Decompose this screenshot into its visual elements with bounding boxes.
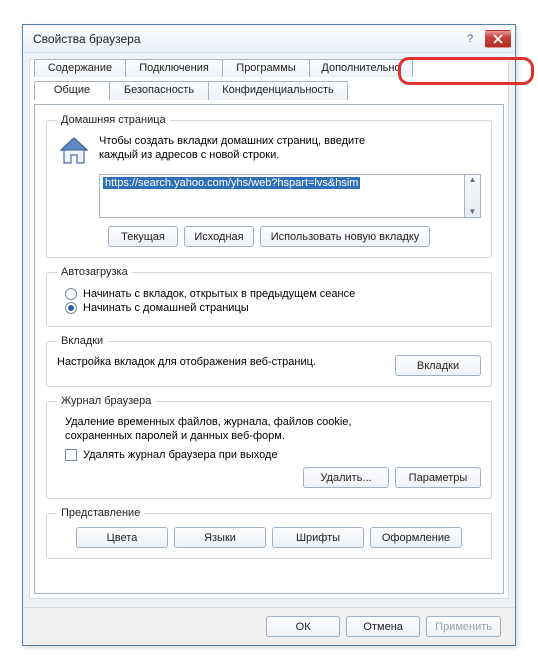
checkbox-delete-on-exit[interactable] (65, 449, 77, 461)
titlebar: Свойства браузера ? (23, 25, 515, 53)
tab-privacy[interactable]: Конфиденциальность (208, 81, 348, 100)
accessibility-button[interactable]: Оформление (370, 527, 462, 548)
group-startup: Автозагрузка Начинать с вкладок, открыты… (46, 266, 492, 327)
tab-programs[interactable]: Программы (222, 59, 310, 77)
scroll-down-icon: ▼ (469, 207, 477, 217)
checkbox-delete-on-exit-label: Удалять журнал браузера при выходе (83, 449, 278, 461)
apply-button[interactable]: Применить (426, 616, 501, 637)
tab-row-2: Общие Безопасность Конфиденциальность (34, 81, 347, 100)
group-tabs-legend: Вкладки (57, 335, 107, 347)
group-startup-legend: Автозагрузка (57, 266, 132, 278)
scroll-up-icon: ▲ (469, 175, 477, 185)
tabs-settings-button[interactable]: Вкладки (395, 355, 481, 376)
radio-start-home[interactable] (65, 302, 77, 314)
group-appearance-legend: Представление (57, 507, 144, 519)
tab-row-1: Содержание Подключения Программы Дополни… (34, 59, 412, 77)
window-title: Свойства браузера (33, 32, 455, 46)
homepage-url-value: https://search.yahoo.com/yhs/web?hspart=… (103, 177, 360, 189)
dialog-window: Свойства браузера ? Содержание Подключен… (22, 24, 516, 646)
radio-start-home-label: Начинать с домашней страницы (83, 302, 249, 314)
radio-start-tabs-label: Начинать с вкладок, открытых в предыдуще… (83, 288, 355, 300)
use-default-button[interactable]: Исходная (184, 226, 254, 247)
history-description: Удаление временных файлов, журнала, файл… (65, 415, 481, 443)
close-icon (493, 34, 503, 44)
tab-connections[interactable]: Подключения (125, 59, 223, 77)
group-homepage-legend: Домашняя страница (57, 114, 170, 126)
tab-general[interactable]: Общие (34, 81, 110, 100)
cancel-button[interactable]: Отмена (346, 616, 420, 637)
use-newtab-button[interactable]: Использовать новую вкладку (260, 226, 430, 247)
history-settings-button[interactable]: Параметры (395, 467, 481, 488)
tab-security[interactable]: Безопасность (109, 81, 209, 100)
dialog-footer: ОК Отмена Применить (23, 607, 515, 645)
homepage-description: Чтобы создать вкладки домашних страниц, … (99, 134, 365, 168)
help-button[interactable]: ? (457, 30, 483, 48)
ok-button[interactable]: ОК (266, 616, 340, 637)
languages-button[interactable]: Языки (174, 527, 266, 548)
tab-advanced[interactable]: Дополнительно (309, 59, 413, 77)
group-history-legend: Журнал браузера (57, 395, 155, 407)
home-icon (57, 134, 91, 168)
group-appearance: Представление Цвета Языки Шрифты Оформле… (46, 507, 492, 559)
group-history: Журнал браузера Удаление временных файло… (46, 395, 492, 499)
client-area: Содержание Подключения Программы Дополни… (29, 59, 509, 599)
colors-button[interactable]: Цвета (76, 527, 168, 548)
group-homepage: Домашняя страница Чтобы создать вкладки … (46, 114, 492, 258)
radio-start-tabs[interactable] (65, 288, 77, 300)
tab-general-panel: Домашняя страница Чтобы создать вкладки … (34, 104, 504, 594)
group-tabs: Вкладки Настройка вкладок для отображени… (46, 335, 492, 387)
tabs-description: Настройка вкладок для отображения веб-ст… (57, 355, 383, 369)
history-delete-button[interactable]: Удалить... (303, 467, 389, 488)
tab-content[interactable]: Содержание (34, 59, 126, 77)
homepage-url-input[interactable]: https://search.yahoo.com/yhs/web?hspart=… (99, 174, 465, 218)
fonts-button[interactable]: Шрифты (272, 527, 364, 548)
use-current-button[interactable]: Текущая (108, 226, 178, 247)
scrollbar-vertical[interactable]: ▲ ▼ (465, 174, 481, 218)
close-button[interactable] (485, 30, 511, 48)
